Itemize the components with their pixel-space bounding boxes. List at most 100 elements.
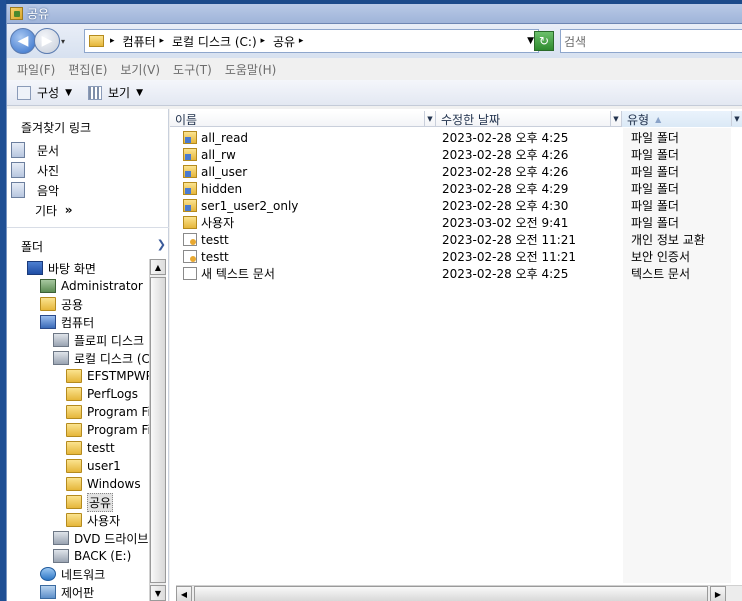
menu-tools[interactable]: 도구(T) bbox=[173, 61, 212, 78]
tree-item[interactable]: 로컬 디스크 (C bbox=[7, 349, 152, 367]
tree-item[interactable]: 공유 bbox=[7, 492, 152, 512]
column-dropdown[interactable]: ▼ bbox=[610, 111, 621, 126]
file-row[interactable]: 사용자 2023-03-02 오전 9:41 파일 폴더 bbox=[170, 214, 742, 231]
file-row[interactable]: all_rw 2023-02-28 오후 4:26 파일 폴더 bbox=[170, 146, 742, 163]
tree-item[interactable]: 컴퓨터 bbox=[7, 313, 152, 331]
tree-item[interactable]: Administrator bbox=[7, 277, 152, 295]
tree-item-label: 네트워크 bbox=[61, 567, 106, 582]
tree-item-label: EFSTMPWP bbox=[87, 369, 152, 383]
breadcrumb-computer[interactable]: 컴퓨터 ▸ bbox=[123, 33, 168, 50]
views-label: 보기 bbox=[108, 86, 131, 100]
file-name: all_user bbox=[201, 164, 248, 179]
tree-item[interactable]: 바탕 화면 bbox=[7, 259, 152, 277]
menu-view[interactable]: 보기(V) bbox=[120, 61, 160, 78]
breadcrumb-root-arrow[interactable]: ▸ bbox=[110, 36, 119, 46]
documents-icon bbox=[11, 142, 25, 158]
column-type-label: 유형 bbox=[627, 112, 650, 127]
shared-folder-icon bbox=[183, 199, 197, 212]
file-type: 파일 폴더 bbox=[631, 165, 679, 179]
horizontal-scrollbar[interactable]: ◀ ▶ bbox=[176, 585, 742, 601]
tree-item[interactable]: testt bbox=[7, 439, 152, 457]
file-type: 텍스트 문서 bbox=[631, 267, 691, 281]
file-row[interactable]: all_user 2023-02-28 오후 4:26 파일 폴더 bbox=[170, 163, 742, 180]
tree-item[interactable]: 제어판 bbox=[7, 583, 152, 601]
tree-item-label: 공용 bbox=[61, 297, 84, 312]
favorite-pictures[interactable]: 사진 bbox=[11, 160, 73, 180]
network-icon bbox=[40, 567, 56, 581]
file-name-cell: 사용자 bbox=[183, 214, 234, 231]
file-row[interactable]: testt 2023-02-28 오전 11:21 보안 인증서 bbox=[170, 248, 742, 265]
organize-button[interactable]: 구성 ▼ bbox=[17, 84, 72, 101]
scroll-up-button[interactable]: ▲ bbox=[150, 259, 166, 275]
tree-item[interactable]: PerfLogs bbox=[7, 385, 152, 403]
tree-item[interactable]: 네트워크 bbox=[7, 565, 152, 583]
scroll-thumb[interactable] bbox=[150, 277, 166, 583]
column-dropdown[interactable]: ▼ bbox=[424, 111, 435, 126]
file-name: testt bbox=[201, 249, 229, 264]
scroll-thumb[interactable] bbox=[194, 586, 708, 601]
scroll-right-button[interactable]: ▶ bbox=[710, 586, 726, 601]
command-bar: 구성 ▼ 보기 ▼ bbox=[7, 80, 742, 106]
favorite-more[interactable]: 기타 » bbox=[11, 200, 73, 220]
column-header-type[interactable]: 유형 ▲ ▼ bbox=[622, 111, 742, 127]
file-row[interactable]: all_read 2023-02-28 오후 4:25 파일 폴더 bbox=[170, 129, 742, 146]
column-header-name[interactable]: 이름 ▼ bbox=[170, 111, 436, 127]
address-box[interactable]: ▸ 컴퓨터 ▸ 로컬 디스크 (C:) ▸ 공유 ▸ ▼ bbox=[84, 29, 539, 53]
scroll-down-button[interactable]: ▼ bbox=[150, 585, 166, 601]
tree-item[interactable]: user1 bbox=[7, 457, 152, 475]
favorite-more-label: 기타 bbox=[35, 203, 58, 218]
file-date: 2023-02-28 오후 4:29 bbox=[442, 182, 569, 196]
search-input[interactable]: 검색 bbox=[560, 29, 742, 53]
views-button[interactable]: 보기 ▼ bbox=[88, 84, 143, 101]
folder-icon bbox=[66, 423, 82, 437]
tree-item[interactable]: DVD 드라이브 bbox=[7, 529, 152, 547]
tree-item[interactable]: Windows bbox=[7, 475, 152, 493]
shared-folder-icon bbox=[183, 182, 197, 195]
menu-help[interactable]: 도움말(H) bbox=[225, 61, 277, 78]
scroll-left-button[interactable]: ◀ bbox=[176, 586, 192, 601]
title-bar[interactable]: 공유 bbox=[7, 4, 742, 24]
folder-icon bbox=[66, 441, 82, 455]
tree-item[interactable]: 플로피 디스크 bbox=[7, 331, 152, 349]
refresh-button[interactable]: ↻ bbox=[534, 31, 554, 51]
file-name: hidden bbox=[201, 181, 243, 196]
recent-pages-dropdown[interactable]: ▾ bbox=[61, 37, 71, 46]
tree-item[interactable]: Program File bbox=[7, 403, 152, 421]
tree-item[interactable]: 사용자 bbox=[7, 511, 152, 529]
file-row[interactable]: hidden 2023-02-28 오후 4:29 파일 폴더 bbox=[170, 180, 742, 197]
file-name: testt bbox=[201, 232, 229, 247]
tree-item-label: 로컬 디스크 (C bbox=[74, 351, 150, 366]
menu-edit[interactable]: 편집(E) bbox=[68, 61, 107, 78]
control-panel-icon bbox=[40, 585, 56, 599]
file-row[interactable]: 새 텍스트 문서 2023-02-28 오후 4:25 텍스트 문서 bbox=[170, 265, 742, 282]
folders-header[interactable]: 폴더 ❯ bbox=[21, 238, 166, 255]
file-name-cell: hidden bbox=[183, 182, 242, 196]
folder-tree-scrollbar[interactable]: ▲ ▼ bbox=[149, 259, 166, 601]
file-date: 2023-02-28 오후 4:30 bbox=[442, 199, 569, 213]
file-row[interactable]: testt 2023-02-28 오전 11:21 개인 정보 교환 bbox=[170, 231, 742, 248]
breadcrumb-shared[interactable]: 공유 ▸ bbox=[273, 33, 307, 50]
forward-button[interactable]: ▶ bbox=[34, 28, 60, 54]
file-name: 사용자 bbox=[201, 216, 235, 230]
breadcrumb-local-disk[interactable]: 로컬 디스크 (C:) ▸ bbox=[172, 33, 269, 50]
file-type: 파일 폴더 bbox=[631, 199, 679, 213]
pfx-file-icon bbox=[183, 233, 197, 246]
file-type: 파일 폴더 bbox=[631, 216, 679, 230]
tree-item-label: Program File bbox=[87, 405, 152, 419]
file-type: 파일 폴더 bbox=[631, 148, 679, 162]
pictures-icon bbox=[11, 162, 25, 178]
column-header-date[interactable]: 수정한 날짜 ▼ bbox=[436, 111, 622, 127]
column-dropdown[interactable]: ▼ bbox=[731, 111, 742, 126]
favorite-documents[interactable]: 문서 bbox=[11, 140, 73, 160]
tree-item[interactable]: Program File bbox=[7, 421, 152, 439]
menu-file[interactable]: 파일(F) bbox=[17, 61, 55, 78]
back-button[interactable]: ◀ bbox=[10, 28, 36, 54]
tree-item[interactable]: BACK (E:) bbox=[7, 547, 152, 565]
search-placeholder: 검색 bbox=[564, 34, 587, 49]
column-headers: 이름 ▼ 수정한 날짜 ▼ 유형 ▲ ▼ bbox=[170, 111, 742, 127]
tree-item[interactable]: 공용 bbox=[7, 295, 152, 313]
address-dropdown-arrow[interactable]: ▼ bbox=[527, 36, 534, 46]
file-row[interactable]: ser1_user2_only 2023-02-28 오후 4:30 파일 폴더 bbox=[170, 197, 742, 214]
tree-item[interactable]: EFSTMPWP bbox=[7, 367, 152, 385]
favorite-music[interactable]: 음악 bbox=[11, 180, 73, 200]
